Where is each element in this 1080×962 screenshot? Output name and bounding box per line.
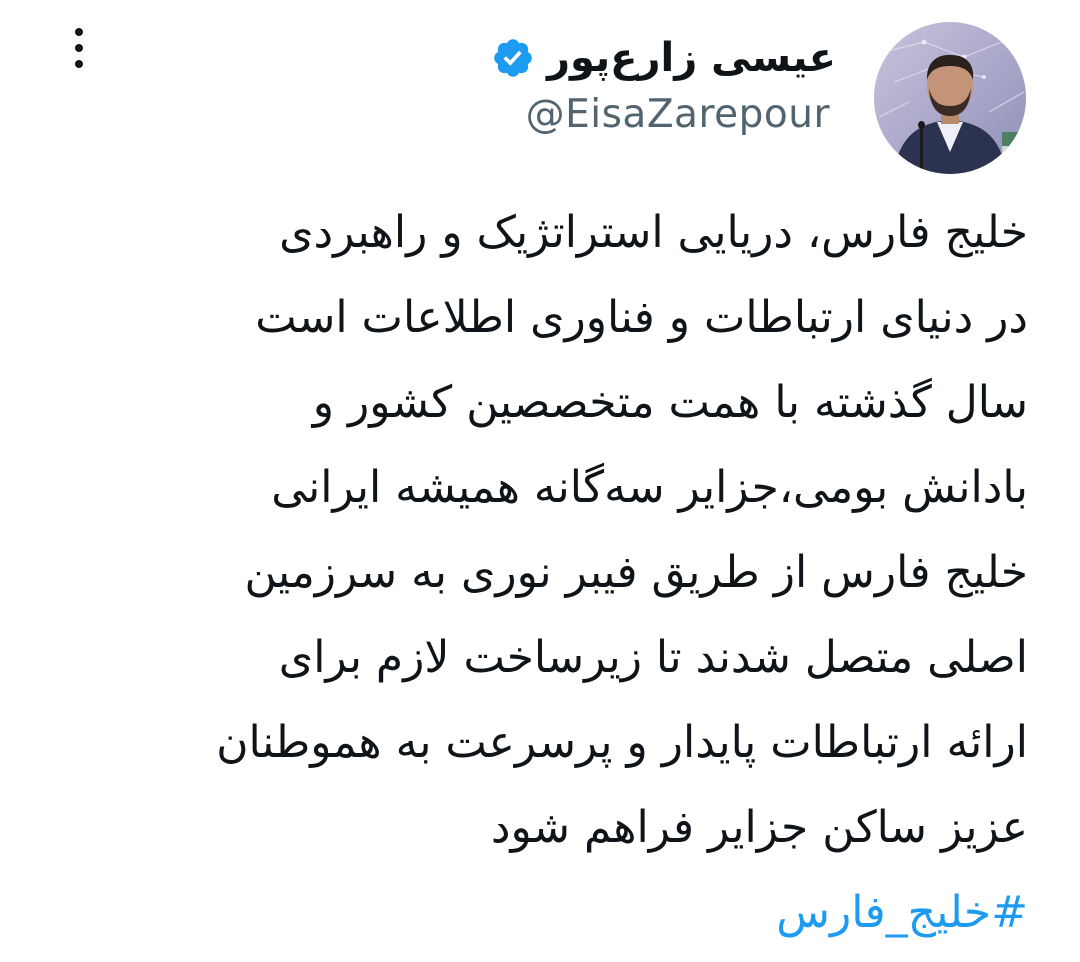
tweet-text-line: عزیز ساکن جزایر فراهم شود [490,802,1028,853]
hashtag-link[interactable]: #خلیج_فارس [68,870,1028,955]
tweet-text-line: در دنیای ارتباطات و فناوری اطلاعات است [255,292,1028,343]
more-vertical-icon-dot [75,44,83,52]
tweet: عیسی زارع‌پور @EisaZarepour [0,0,1080,962]
author-name-row: عیسی زارع‌پور [491,30,836,86]
more-vertical-icon [75,28,83,36]
tweet-text: خلیج فارس، دریایی استراتژیک و راهبردی در… [68,190,1028,955]
author-handle[interactable]: @EisaZarepour [526,92,830,137]
tweet-text-line: اصلی متصل شدند تا زیرساخت لازم برای [278,632,1028,683]
tweet-text-line: سال گذشته با همت متخصصین کشور و [312,377,1028,428]
author-display-name[interactable]: عیسی زارع‌پور [547,35,836,81]
more-options-button[interactable] [64,28,94,68]
tweet-text-line: ارائه ارتباطات پایدار و پرسرعت به هموطنا… [216,717,1028,768]
tweet-text-line: بادانش بومی،جزایر سه‌گانه همیشه ایرانی [271,462,1028,513]
tweet-text-line: خلیج فارس از طریق فیبر نوری به سرزمین [244,547,1028,598]
tweet-text-line: خلیج فارس، دریایی استراتژیک و راهبردی [279,207,1028,258]
avatar[interactable] [874,22,1026,174]
more-vertical-icon-dot [75,60,83,68]
verified-badge-icon [491,36,535,80]
